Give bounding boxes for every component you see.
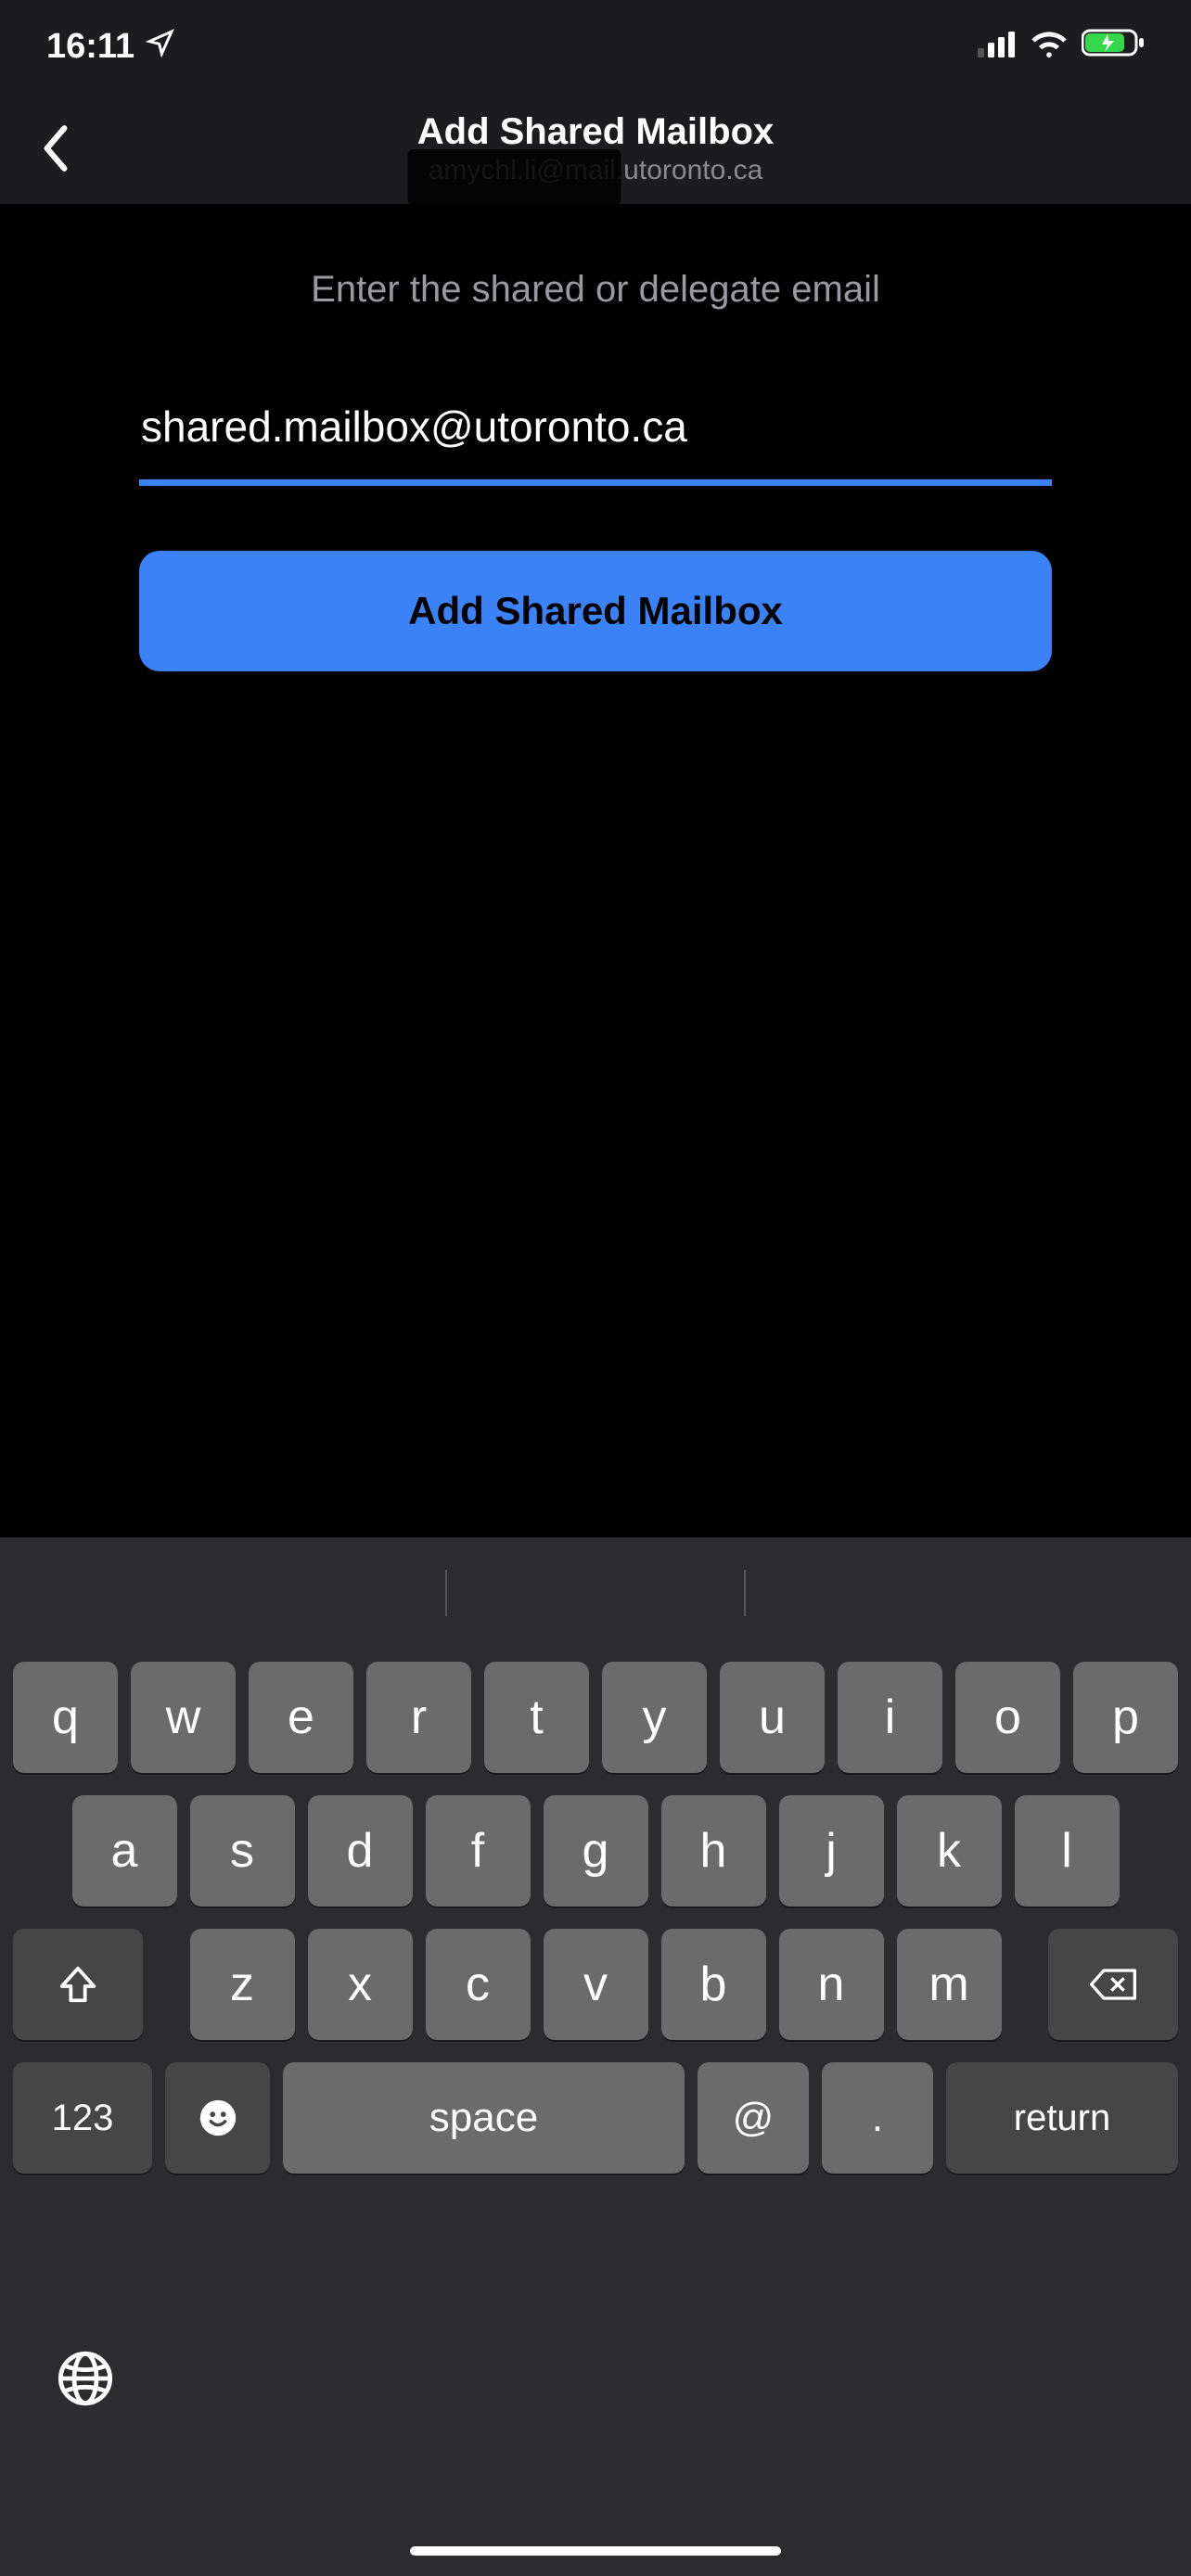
status-time: 16:11 — [46, 27, 134, 67]
home-indicator[interactable] — [410, 2546, 781, 2556]
key-k[interactable]: k — [897, 1795, 1002, 1906]
key-i[interactable]: i — [838, 1662, 942, 1773]
key-s[interactable]: s — [190, 1795, 295, 1906]
key-a[interactable]: a — [72, 1795, 177, 1906]
key-period[interactable]: . — [822, 2062, 933, 2174]
nav-titles: Add Shared Mailbox amychl.li@mail.utoron… — [417, 111, 775, 186]
key-u[interactable]: u — [720, 1662, 825, 1773]
back-button[interactable] — [28, 121, 83, 176]
key-z[interactable]: z — [190, 1929, 295, 2040]
key-y[interactable]: y — [602, 1662, 707, 1773]
key-t[interactable]: t — [484, 1662, 589, 1773]
key-n[interactable]: n — [779, 1929, 884, 2040]
key-f[interactable]: f — [426, 1795, 531, 1906]
wifi-icon — [1030, 27, 1069, 67]
key-g[interactable]: g — [544, 1795, 648, 1906]
key-x[interactable]: x — [308, 1929, 413, 2040]
predictive-separator — [744, 1570, 746, 1616]
key-d[interactable]: d — [308, 1795, 413, 1906]
key-return[interactable]: return — [946, 2062, 1178, 2174]
keyboard-row-4: 123 space @ . return — [13, 2062, 1178, 2174]
redaction-mask — [408, 149, 621, 205]
key-b[interactable]: b — [661, 1929, 766, 2040]
keyboard: q w e r t y u i o p a s d f g h j k l — [0, 1537, 1191, 2576]
key-shift[interactable] — [13, 1929, 143, 2040]
key-h[interactable]: h — [661, 1795, 766, 1906]
keyboard-row-3: z x c v b n m — [13, 1929, 1178, 2040]
keyboard-row-2: a s d f g h j k l — [13, 1795, 1178, 1906]
key-w[interactable]: w — [131, 1662, 236, 1773]
keyboard-row-1: q w e r t y u i o p — [13, 1662, 1178, 1773]
prompt-text: Enter the shared or delegate email — [0, 269, 1191, 311]
status-bar: 16:11 — [0, 0, 1191, 93]
key-j[interactable]: j — [779, 1795, 884, 1906]
add-shared-mailbox-button[interactable]: Add Shared Mailbox — [139, 551, 1052, 671]
key-e[interactable]: e — [249, 1662, 353, 1773]
key-q[interactable]: q — [13, 1662, 118, 1773]
status-right — [978, 27, 1145, 67]
globe-icon[interactable] — [56, 2349, 115, 2408]
predictive-separator — [445, 1570, 447, 1616]
content-area: Enter the shared or delegate email Add S… — [0, 204, 1191, 1537]
keyboard-bottom-bar — [0, 2209, 1191, 2576]
page-subtitle: amychl.li@mail.utoronto.ca — [417, 155, 775, 186]
cellular-icon — [978, 27, 1017, 67]
key-l[interactable]: l — [1015, 1795, 1120, 1906]
key-backspace[interactable] — [1048, 1929, 1178, 2040]
status-left: 16:11 — [46, 27, 175, 67]
key-space[interactable]: space — [283, 2062, 685, 2174]
location-icon — [146, 27, 175, 67]
shared-mailbox-email-input[interactable] — [139, 394, 1052, 486]
key-c[interactable]: c — [426, 1929, 531, 2040]
key-o[interactable]: o — [955, 1662, 1060, 1773]
key-v[interactable]: v — [544, 1929, 648, 2040]
keyboard-predictive-bar — [0, 1537, 1191, 1649]
battery-charging-icon — [1082, 27, 1145, 67]
key-r[interactable]: r — [366, 1662, 471, 1773]
key-p[interactable]: p — [1073, 1662, 1178, 1773]
nav-bar: Add Shared Mailbox amychl.li@mail.utoron… — [0, 93, 1191, 204]
key-numbers[interactable]: 123 — [13, 2062, 152, 2174]
key-at[interactable]: @ — [698, 2062, 809, 2174]
key-m[interactable]: m — [897, 1929, 1002, 2040]
key-emoji[interactable] — [165, 2062, 270, 2174]
page-title: Add Shared Mailbox — [417, 111, 775, 153]
